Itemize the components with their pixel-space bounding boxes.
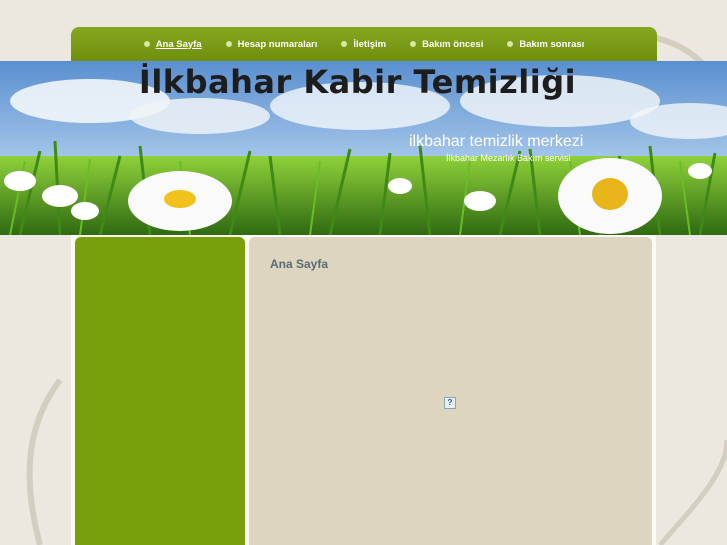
nav-item-hesap-numaralari[interactable]: Hesap numaraları [214, 39, 330, 50]
main-content: Ana Sayfa ? [249, 237, 652, 545]
nav-item-ana-sayfa[interactable]: Ana Sayfa [132, 39, 214, 50]
nav-item-label: Bakım sonrası [519, 38, 585, 50]
top-navigation: Ana Sayfa Hesap numaraları İletişim Bakı… [71, 27, 657, 61]
broken-image-icon: ? [444, 397, 456, 409]
bullet-icon [410, 41, 417, 47]
nav-item-label: Bakım öncesi [422, 38, 484, 50]
sidebar [75, 237, 245, 545]
nav-item-bakim-oncesi[interactable]: Bakım öncesi [398, 39, 495, 50]
bullet-icon [143, 41, 150, 47]
nav-item-iletisim[interactable]: İletişim [329, 39, 398, 50]
site-tagline: İlkbahar Mezarlık Bakım servisi [446, 153, 571, 163]
header-banner: İlkbahar Kabir Temizliği ilkbahar temizl… [0, 61, 727, 235]
nav-item-label: Hesap numaraları [237, 38, 318, 50]
page-title: Ana Sayfa [270, 257, 329, 271]
bullet-icon [507, 41, 514, 47]
bullet-icon [225, 41, 232, 47]
nav-item-label: Ana Sayfa [155, 38, 202, 50]
nav-item-bakim-sonrasi[interactable]: Bakım sonrası [495, 39, 596, 50]
site-subtitle: ilkbahar temizlik merkezi [409, 133, 584, 150]
bullet-icon [341, 41, 348, 47]
nav-item-label: İletişim [353, 38, 387, 50]
site-title: İlkbahar Kabir Temizliği [138, 63, 577, 101]
